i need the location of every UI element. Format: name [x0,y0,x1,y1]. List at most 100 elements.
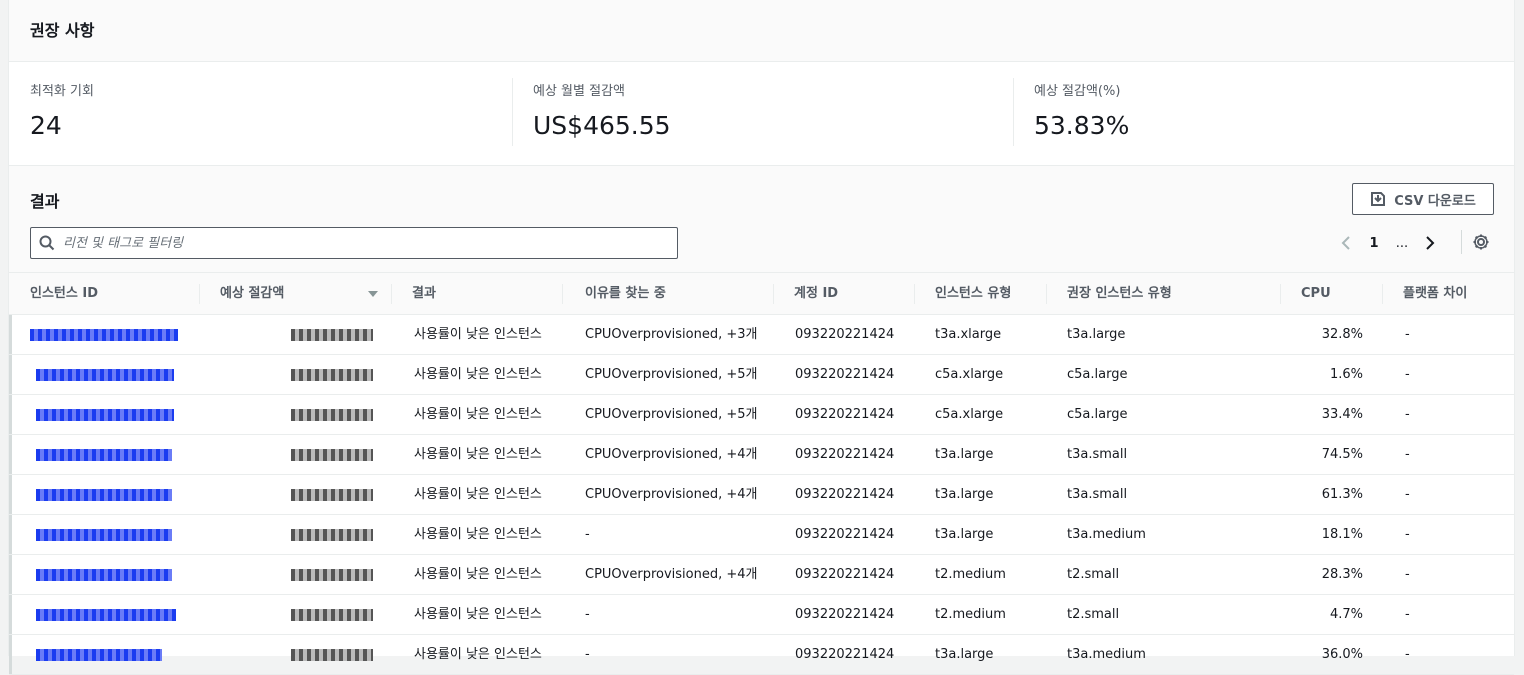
next-page-button[interactable] [1416,232,1444,254]
finding-reason-cell: CPUOverprovisioned, +3개 [585,327,758,342]
prev-page-button[interactable] [1332,232,1360,254]
chevron-right-icon [1426,236,1435,250]
account-id-cell: 093220221424 [795,447,895,462]
table-row[interactable]: 사용률이 낮은 인스턴스 CPUOverprovisioned, +4개 09322… [9,475,1514,515]
col-header-recommended-type[interactable]: 권장 인스턴스 유형 [1067,273,1172,315]
col-header-instance-id[interactable]: 인스턴스 ID [30,273,98,315]
table-row[interactable]: 사용률이 낮은 인스턴스 - 093220221424 t3a.large t3a.me… [9,515,1514,555]
col-header-account-id[interactable]: 계정 ID [794,273,838,315]
finding-reason-cell: CPUOverprovisioned, +5개 [585,367,758,382]
table-body: 사용률이 낮은 인스턴스 CPUOverprovisioned, +3개 09322… [9,315,1514,675]
results-header: 결과 CSV 다운로드 1 ... [9,166,1514,273]
redacted-savings-value [291,489,373,501]
finding-reason-cell: - [585,527,590,542]
finding-cell: 사용률이 낮은 인스턴스 [414,607,542,622]
finding-cell: 사용률이 낮은 인스턴스 [414,447,542,462]
column-resizer[interactable] [773,284,774,304]
account-id-cell: 093220221424 [795,527,895,542]
account-id-cell: 093220221424 [795,327,895,342]
preferences-button[interactable] [1472,233,1490,255]
filter-search-box[interactable] [30,227,678,259]
platform-differences-cell: - [1405,567,1410,582]
redacted-instance-id-link[interactable] [36,489,172,501]
csv-download-button[interactable]: CSV 다운로드 [1352,183,1494,215]
column-resizer[interactable] [1280,284,1281,304]
platform-differences-cell: - [1405,407,1410,422]
table-row[interactable]: 사용률이 낮은 인스턴스 CPUOverprovisioned, +4개 09322… [9,555,1514,595]
redacted-instance-id-link[interactable] [36,409,174,421]
search-icon [39,235,55,251]
cpu-cell: 36.0% [1321,647,1363,662]
filter-input[interactable] [63,235,643,251]
col-header-platform-differences[interactable]: 플랫폼 차이 [1403,273,1467,315]
col-header-finding-reason[interactable]: 이유를 찾는 중 [585,273,666,315]
redacted-instance-id-link[interactable] [36,529,172,541]
recommended-type-cell: c5a.large [1067,367,1128,382]
finding-cell: 사용률이 낮은 인스턴스 [414,527,542,542]
finding-reason-cell: - [585,607,590,622]
column-resizer[interactable] [199,284,200,304]
divider [1013,78,1014,146]
recommended-type-cell: t3a.medium [1067,527,1146,542]
finding-reason-cell: CPUOverprovisioned, +4개 [585,487,758,502]
platform-differences-cell: - [1405,367,1410,382]
col-header-finding[interactable]: 결과 [412,273,436,315]
table-header: 인스턴스 ID 예상 절감액 결과 이유를 찾는 중 계정 ID 인스턴스 유형… [9,273,1514,315]
instance-type-cell: t3a.large [935,487,994,502]
table-row[interactable]: 사용률이 낮은 인스턴스 CPUOverprovisioned, +5개 09322… [9,355,1514,395]
finding-cell: 사용률이 낮은 인스턴스 [414,487,542,502]
redacted-savings-value [291,329,373,341]
column-resizer[interactable] [1046,284,1047,304]
finding-cell: 사용률이 낮은 인스턴스 [414,407,542,422]
finding-cell: 사용률이 낮은 인스턴스 [414,567,542,582]
finding-cell: 사용률이 낮은 인스턴스 [414,327,542,342]
col-header-cpu[interactable]: CPU [1301,273,1331,315]
metric-value: US$465.55 [533,111,671,140]
column-resizer[interactable] [914,284,915,304]
sort-descending-icon[interactable] [367,290,379,298]
account-id-cell: 093220221424 [795,567,895,582]
account-id-cell: 093220221424 [795,607,895,622]
cpu-cell: 74.5% [1321,447,1363,462]
redacted-instance-id-link[interactable] [36,609,176,621]
redacted-savings-value [291,369,373,381]
metric-label: 최적화 기회 [30,84,94,99]
redacted-instance-id-link[interactable] [36,449,172,461]
redacted-instance-id-link[interactable] [36,369,174,381]
platform-differences-cell: - [1405,647,1410,662]
account-id-cell: 093220221424 [795,367,895,382]
column-resizer[interactable] [391,284,392,304]
redacted-instance-id-link[interactable] [36,649,162,661]
redacted-instance-id-link[interactable] [30,329,178,341]
redacted-savings-value [291,409,373,421]
results-title: 결과 [30,192,60,211]
instance-type-cell: t3a.large [935,527,994,542]
column-resizer[interactable] [1382,284,1383,304]
redacted-instance-id-link[interactable] [36,569,172,581]
table-row[interactable]: 사용률이 낮은 인스턴스 CPUOverprovisioned, +5개 09322… [9,395,1514,435]
finding-cell: 사용률이 낮은 인스턴스 [414,367,542,382]
platform-differences-cell: - [1405,447,1410,462]
recommended-type-cell: t3a.large [1067,327,1126,342]
table-row[interactable]: 사용률이 낮은 인스턴스 - 093220221424 t2.medium t2.sma… [9,595,1514,635]
redacted-savings-value [291,649,373,661]
download-icon [1371,192,1386,206]
page-number[interactable]: 1 [1360,236,1388,251]
col-header-estimated-savings[interactable]: 예상 절감액 [220,273,284,315]
chevron-left-icon [1341,236,1350,250]
account-id-cell: 093220221424 [795,487,895,502]
column-resizer[interactable] [562,284,563,304]
platform-differences-cell: - [1405,327,1410,342]
savings-summary: 최적화 기회 24 예상 월별 절감액 US$465.55 예상 절감액(%) … [9,62,1514,166]
cpu-cell: 32.8% [1321,327,1363,342]
metric-savings-percent: 예상 절감액(%) 53.83% [1034,80,1129,140]
table-row[interactable]: 사용률이 낮은 인스턴스 CPUOverprovisioned, +3개 09322… [9,315,1514,355]
metric-value: 24 [30,111,62,140]
table-row[interactable]: 사용률이 낮은 인스턴스 - 093220221424 t3a.large t3a.me… [9,635,1514,675]
col-header-instance-type[interactable]: 인스턴스 유형 [935,273,1011,315]
results-table: 인스턴스 ID 예상 절감액 결과 이유를 찾는 중 계정 ID 인스턴스 유형… [9,273,1514,675]
table-row[interactable]: 사용률이 낮은 인스턴스 CPUOverprovisioned, +4개 09322… [9,435,1514,475]
recommended-type-cell: t3a.small [1067,487,1128,502]
platform-differences-cell: - [1405,607,1410,622]
instance-type-cell: c5a.xlarge [935,367,1004,382]
